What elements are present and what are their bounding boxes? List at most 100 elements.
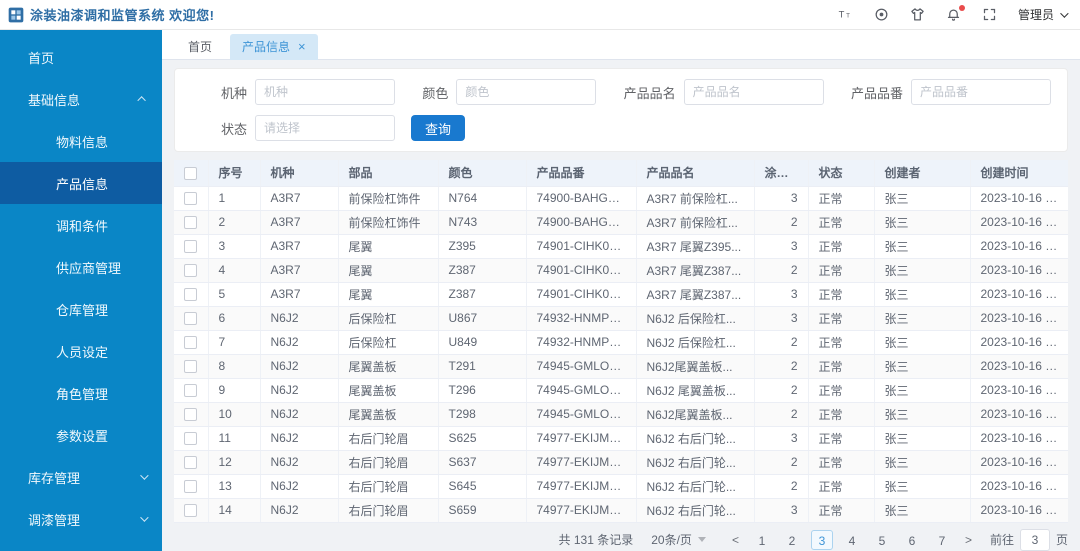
sidebar-item-warehouse-mgmt[interactable]: 仓库管理 xyxy=(0,288,162,330)
cell-paint-times: 2 xyxy=(754,402,809,427)
tab-label: 产品信息 xyxy=(242,40,291,54)
row-checkbox[interactable] xyxy=(184,360,198,374)
target-icon[interactable] xyxy=(874,7,890,23)
cell-product-number: 74932-HNMP0... xyxy=(526,306,637,331)
fullscreen-icon[interactable] xyxy=(982,7,998,23)
page-button-4[interactable]: 4 xyxy=(841,530,863,550)
user-menu[interactable]: 管理员 xyxy=(1018,6,1069,23)
sidebar-item-paint-mgmt[interactable]: 调漆管理 xyxy=(0,498,162,540)
cell-part: 尾翼盖板 xyxy=(338,402,439,427)
cell-status: 正常 xyxy=(808,474,875,499)
table-row: 13 N6J2 右后门轮眉 S645 74977-EKIJM0... N6J2 右后门轮.… xyxy=(174,474,1068,499)
prev-page-button[interactable]: < xyxy=(724,533,747,547)
page-button-1[interactable]: 1 xyxy=(751,530,773,550)
page-size-select[interactable]: 20条/页 xyxy=(651,531,706,548)
brand: 涂装油漆调和监管系统 欢迎您! xyxy=(8,5,214,24)
column-header: 序号 xyxy=(208,160,261,187)
next-page-button[interactable]: > xyxy=(957,533,980,547)
cell-color: N743 xyxy=(438,210,527,235)
cell-product-name: N6J2 右后门轮... xyxy=(636,498,755,523)
page-button-3[interactable]: 3 xyxy=(810,529,833,550)
row-checkbox[interactable] xyxy=(184,432,198,446)
row-checkbox[interactable] xyxy=(184,384,198,398)
select-all-checkbox[interactable] xyxy=(184,166,198,180)
query-button[interactable]: 查询 xyxy=(411,115,466,141)
cell-paint-times: 3 xyxy=(754,498,809,523)
cell-product-name: N6J2 右后门轮... xyxy=(636,474,755,499)
column-header: 创建时间 xyxy=(970,160,1068,187)
table-row: 6 N6J2 后保险杠 U867 74932-HNMP0... N6J2 后保险杠... 3… xyxy=(174,306,1068,331)
content-area: 机种 颜色 产品品名 产品品番 xyxy=(162,60,1080,551)
row-checkbox[interactable] xyxy=(184,192,198,206)
header-actions: TT 管理员 xyxy=(838,4,1069,23)
sidebar-item-inventory-mgmt[interactable]: 库存管理 xyxy=(0,456,162,498)
search-row-2: 状态 查询 xyxy=(191,115,1051,141)
row-checkbox[interactable] xyxy=(184,336,198,350)
cell-seq: 3 xyxy=(208,234,261,259)
cell-seq: 5 xyxy=(208,282,261,307)
page-button-2[interactable]: 2 xyxy=(781,530,803,550)
cell-color: U849 xyxy=(438,330,527,355)
sidebar-item-param-setting[interactable]: 参数设置 xyxy=(0,414,162,456)
tab-home[interactable]: 首页 xyxy=(176,34,224,60)
page-button-6[interactable]: 6 xyxy=(901,530,923,550)
product-table: 序号 机种 部品 颜色 产品品番 产品品名 涂装次 状态 创建者 创建时间 1 A3R7 前保险杠饰件 N… xyxy=(174,160,1068,523)
row-checkbox[interactable] xyxy=(184,480,198,494)
cell-product-number: 74901-CIHK00... xyxy=(526,258,637,283)
sidebar-item-label: 产品信息 xyxy=(56,176,109,192)
cell-machine: N6J2 xyxy=(260,498,339,523)
bell-icon[interactable] xyxy=(946,4,965,23)
sidebar-item-supplier-mgmt[interactable]: 供应商管理 xyxy=(0,246,162,288)
product-number-label: 产品品番 xyxy=(850,85,903,101)
cell-creator: 张三 xyxy=(874,258,971,283)
sidebar-item-personnel-setting[interactable]: 人员设定 xyxy=(0,330,162,372)
cell-product-number: 74901-CIHK00... xyxy=(526,234,637,259)
row-checkbox[interactable] xyxy=(184,456,198,470)
tab-product-info[interactable]: 产品信息 × xyxy=(230,33,318,60)
cell-color: T298 xyxy=(438,402,527,427)
sidebar-item-material-info[interactable]: 物料信息 xyxy=(0,120,162,162)
row-checkbox-cell xyxy=(174,330,209,355)
cell-creator: 张三 xyxy=(874,474,971,499)
goto-page-input[interactable] xyxy=(1019,528,1050,551)
sidebar-item-basic-info[interactable]: 基础信息 xyxy=(0,78,162,120)
goto-label: 前往 xyxy=(989,533,1014,547)
sidebar-item-label: 库存管理 xyxy=(28,470,81,486)
sidebar-item-role-mgmt[interactable]: 角色管理 xyxy=(0,372,162,414)
product-name-input[interactable] xyxy=(683,79,824,105)
field-product-name: 产品品名 xyxy=(624,79,824,105)
row-checkbox[interactable] xyxy=(184,240,198,254)
row-checkbox[interactable] xyxy=(184,264,198,278)
cell-paint-times: 2 xyxy=(754,330,809,355)
theme-shirt-icon[interactable] xyxy=(910,7,926,23)
status-select[interactable] xyxy=(255,115,395,141)
color-input[interactable] xyxy=(456,79,597,105)
cell-product-name: A3R7 前保险杠... xyxy=(636,186,755,211)
machine-input[interactable] xyxy=(255,79,395,105)
cell-created-time: 2023-10-16 00:... xyxy=(970,186,1068,211)
column-header: 产品品番 xyxy=(526,160,637,187)
sidebar-item-blend-condition[interactable]: 调和条件 xyxy=(0,204,162,246)
sidebar-item-label: 基础信息 xyxy=(28,92,81,108)
row-checkbox-cell xyxy=(174,210,209,235)
font-size-icon[interactable]: TT xyxy=(838,7,854,23)
sidebar-item-product-info[interactable]: 产品信息 xyxy=(0,162,162,204)
row-checkbox[interactable] xyxy=(184,504,198,518)
product-number-input[interactable] xyxy=(910,79,1051,105)
close-icon[interactable]: × xyxy=(298,40,306,53)
cell-color: T291 xyxy=(438,354,527,379)
row-checkbox[interactable] xyxy=(184,288,198,302)
cell-creator: 张三 xyxy=(874,210,971,235)
cell-seq: 10 xyxy=(208,402,261,427)
cell-product-name: A3R7 前保险杠... xyxy=(636,210,755,235)
page-button-7[interactable]: 7 xyxy=(931,530,953,550)
product-name-label: 产品品名 xyxy=(623,85,676,101)
row-checkbox[interactable] xyxy=(184,408,198,422)
row-checkbox[interactable] xyxy=(184,216,198,230)
cell-creator: 张三 xyxy=(874,426,971,451)
sidebar-item-home[interactable]: 首页 xyxy=(0,36,162,78)
table-row: 7 N6J2 后保险杠 U849 74932-HNMP0... N6J2 后保险杠... 2… xyxy=(174,330,1068,355)
cell-status: 正常 xyxy=(808,282,875,307)
page-button-5[interactable]: 5 xyxy=(871,530,893,550)
row-checkbox[interactable] xyxy=(184,312,198,326)
